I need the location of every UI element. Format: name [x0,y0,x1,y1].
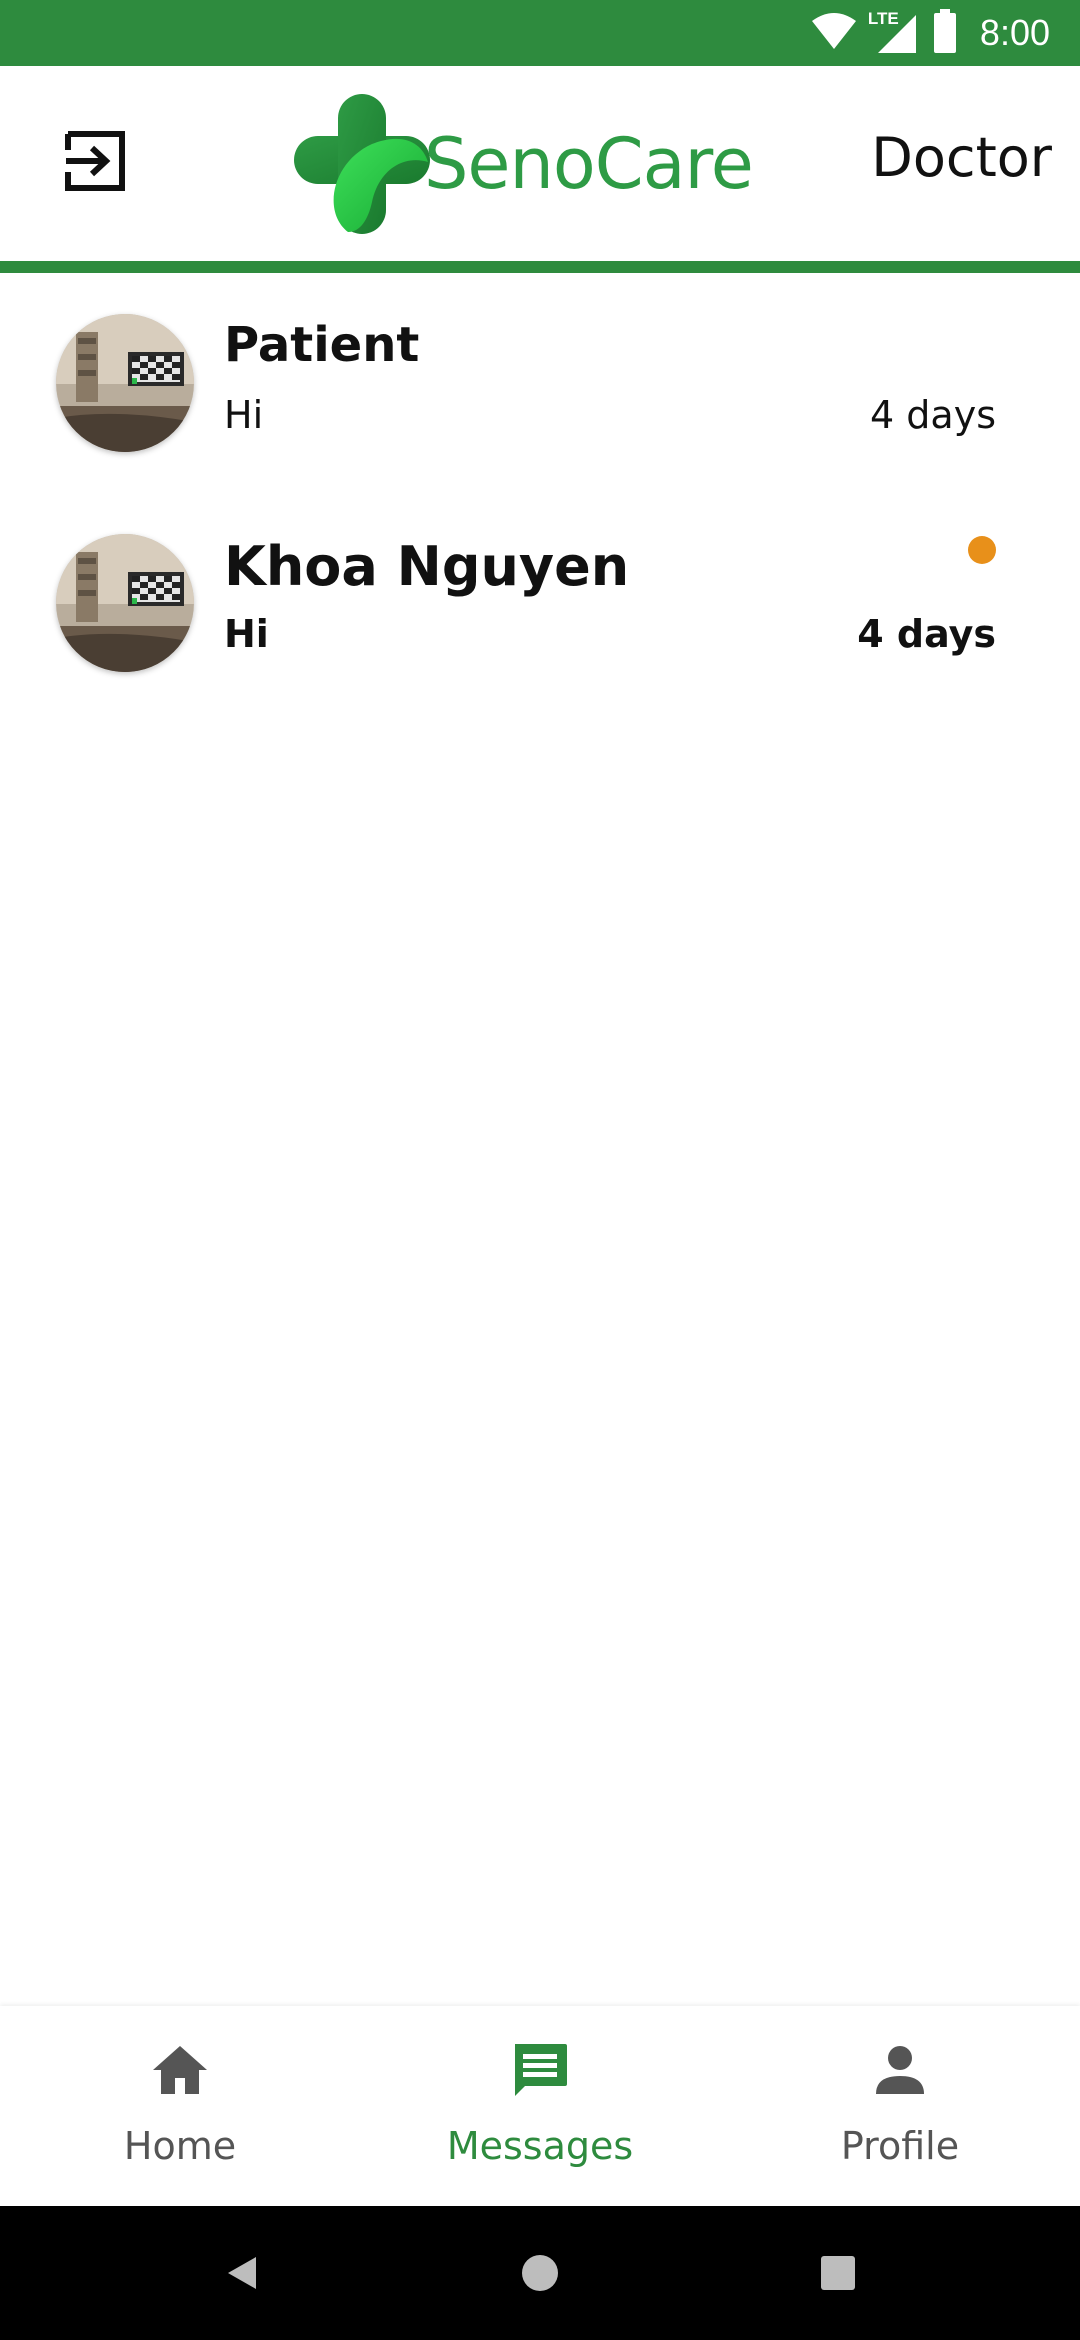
conversation-time: 4 days [857,612,996,656]
status-icons: LTE 8:00 [810,0,1050,66]
conversation-name: Patient [224,317,420,373]
nav-item-messages[interactable]: Messages [360,2006,720,2206]
conversation-preview: Hi [224,393,264,437]
status-time: 8:00 [979,12,1050,53]
logo-cross-icon [294,94,430,234]
logout-button[interactable] [60,128,130,198]
home-system-button[interactable] [490,2206,590,2340]
cellular-icon: LTE [868,9,918,55]
system-navigation-bar [0,2206,1080,2340]
home-circle-icon [522,2255,558,2291]
nav-item-home[interactable]: Home [0,2006,360,2206]
status-bar: LTE 8:00 [0,0,1080,66]
battery-icon [932,9,958,57]
back-icon [228,2257,256,2289]
message-icon [515,2044,567,2096]
logo-text: SenoCare [424,123,754,205]
person-icon [876,2046,924,2094]
app-logo: SenoCare [292,92,754,236]
conversation-list: Patient Hi 4 days Khoa Nguyen Hi 4 days [0,273,1080,709]
role-label: Doctor [871,126,1052,189]
recents-button[interactable] [788,2206,888,2340]
home-icon [153,2046,207,2094]
conversation-name: Khoa Nguyen [224,535,630,598]
nav-item-profile[interactable]: Profile [720,2006,1080,2206]
wifi-icon [810,11,858,55]
conversation-time: 4 days [870,393,996,437]
avatar [56,534,194,672]
nav-label-messages: Messages [446,2124,634,2168]
conversation-item[interactable]: Khoa Nguyen Hi 4 days [0,491,1080,709]
avatar [56,314,194,452]
nav-label-profile: Profile [840,2124,960,2168]
back-button[interactable] [192,2206,292,2340]
nav-label-home: Home [123,2124,237,2168]
bottom-navigation: Home Messages Profile [0,2006,1080,2206]
recents-icon [821,2256,855,2290]
logout-icon [62,128,128,198]
unread-indicator [968,536,996,564]
header-divider [0,261,1080,273]
conversation-preview: Hi [224,612,269,656]
conversation-item[interactable]: Patient Hi 4 days [0,273,1080,491]
